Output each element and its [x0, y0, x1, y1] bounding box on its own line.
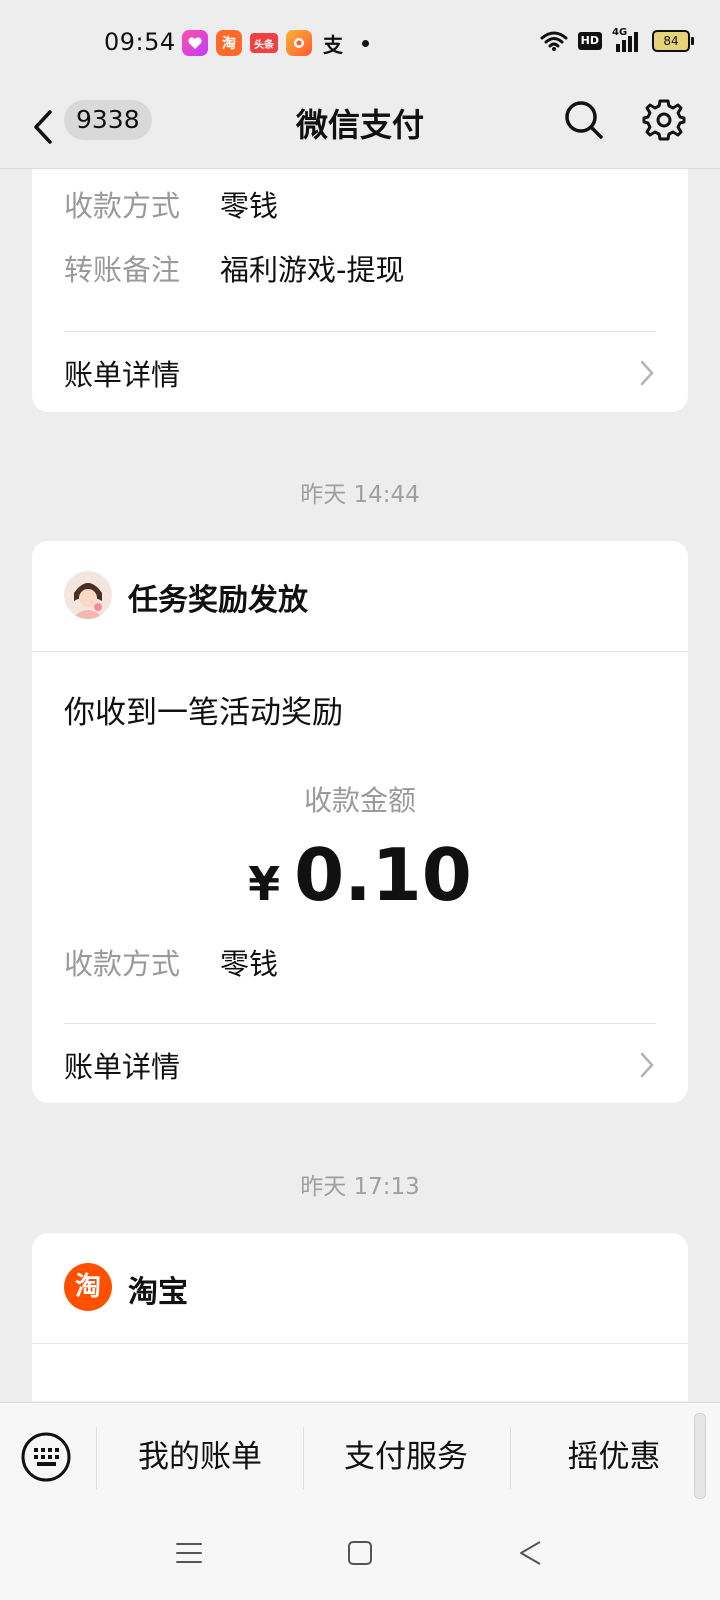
unread-count-badge[interactable]: 9338	[64, 100, 152, 140]
transfer-remark-row: 转账备注 福利游戏-提现	[64, 247, 404, 289]
amount-label: 收款金额	[303, 784, 416, 817]
sender-name: 任务奖励发放	[128, 583, 308, 618]
bill-detail-link[interactable]: 账单详情	[64, 343, 656, 403]
alipay-app-icon: 支	[323, 32, 343, 57]
wifi-icon	[540, 31, 568, 51]
taobao-app-icon: 淘	[216, 30, 242, 56]
bottom-menu-bar: 我的账单 支付服务 摇优惠	[0, 1402, 720, 1513]
payment-method-label: 收款方式	[64, 189, 181, 223]
chevron-right-icon	[640, 360, 654, 386]
payment-method-label: 收款方式	[64, 947, 181, 981]
home-icon[interactable]	[345, 1538, 375, 1568]
card-header: 任务奖励发放	[32, 541, 688, 652]
status-time: 09:54	[104, 28, 176, 56]
search-icon[interactable]	[562, 98, 606, 142]
timestamp: 昨天 14:44	[300, 482, 420, 508]
signal-4g-icon: 4G	[612, 27, 642, 52]
battery-icon: 84	[652, 30, 694, 52]
more-notifications-dot	[362, 39, 369, 47]
payment-card-1: 收款方式 零钱 转账备注 福利游戏-提现 账单详情	[32, 169, 688, 412]
sender-avatar-icon	[64, 571, 112, 619]
toutiao-app-icon: 头条	[250, 33, 278, 53]
keyboard-icon[interactable]	[20, 1431, 72, 1483]
divider	[64, 331, 656, 332]
menu-payment-services[interactable]: 支付服务	[304, 1429, 508, 1485]
amount-number: 0.10	[294, 833, 472, 917]
amount-value: ¥0.10	[32, 833, 688, 917]
bill-detail-label: 账单详情	[64, 1050, 181, 1084]
taobao-logo-icon: 淘	[64, 1263, 112, 1311]
nav-bar: 9338 微信支付	[0, 90, 720, 169]
menu-separator	[510, 1427, 511, 1489]
app-heart-icon	[182, 30, 208, 56]
notification-headline: 你收到一笔活动奖励	[64, 695, 343, 731]
sender-name: 淘宝	[128, 1275, 188, 1310]
status-bar: 09:54 淘 头条 支 HD 4G 84	[0, 0, 720, 90]
system-navigation-bar	[0, 1512, 720, 1600]
chevron-right-icon	[640, 1052, 654, 1078]
transfer-remark-value: 福利游戏-提现	[220, 253, 405, 287]
menu-icon[interactable]	[174, 1538, 204, 1568]
payment-card-3[interactable]: 淘 淘宝	[32, 1233, 688, 1401]
menu-separator	[96, 1427, 97, 1489]
transfer-remark-label: 转账备注	[64, 253, 181, 287]
divider	[64, 1023, 656, 1024]
bill-detail-label: 账单详情	[64, 358, 181, 392]
payment-method-value: 零钱	[220, 189, 279, 223]
message-list[interactable]: 收款方式 零钱 转账备注 福利游戏-提现 账单详情 昨天 14:44 任务奖励发…	[0, 169, 720, 1401]
timestamp: 昨天 17:13	[300, 1174, 420, 1200]
payment-method-value: 零钱	[220, 947, 279, 981]
menu-my-bills[interactable]: 我的账单	[98, 1429, 302, 1485]
back-triangle-icon[interactable]	[516, 1538, 546, 1568]
payment-method-row: 收款方式 零钱	[64, 941, 278, 983]
settings-gear-icon[interactable]	[642, 98, 686, 142]
hd-badge: HD	[577, 32, 602, 50]
menu-shake-offers[interactable]: 摇优惠	[512, 1429, 716, 1485]
card-header: 淘 淘宝	[32, 1233, 688, 1344]
back-icon[interactable]	[28, 104, 64, 150]
payment-method-row: 收款方式 零钱	[64, 183, 278, 225]
bill-detail-link[interactable]: 账单详情	[64, 1035, 656, 1095]
scrollbar[interactable]	[694, 1413, 706, 1499]
game-app-icon	[286, 30, 312, 56]
payment-card-2[interactable]: 任务奖励发放 你收到一笔活动奖励 收款金额 ¥0.10 收款方式 零钱 账单详情	[32, 541, 688, 1103]
notification-icons: 淘 头条 支	[182, 30, 369, 57]
currency-symbol: ¥	[248, 857, 281, 911]
status-right: HD 4G 84	[540, 27, 694, 52]
